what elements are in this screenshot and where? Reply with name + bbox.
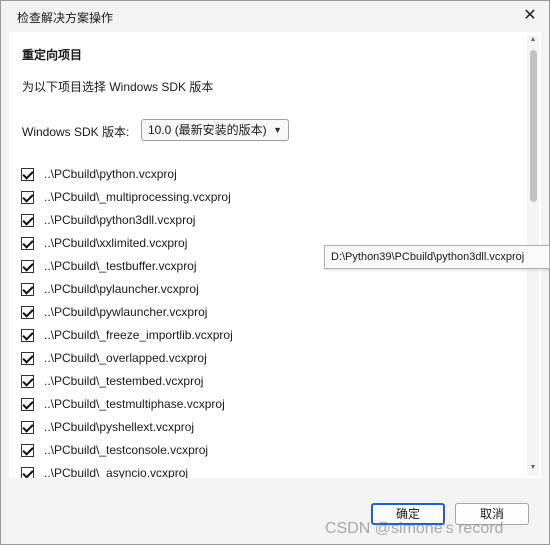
project-label: ..\PCbuild\_freeze_importlib.vcxproj — [44, 328, 233, 342]
list-item[interactable]: ..\PCbuild\python3dll.vcxproj — [21, 212, 501, 235]
project-list: ..\PCbuild\python.vcxproj ..\PCbuild\_mul… — [21, 166, 501, 478]
project-label: ..\PCbuild\pywlauncher.vcxproj — [44, 305, 208, 319]
project-label: ..\PCbuild\_testmultiphase.vcxproj — [44, 397, 225, 411]
list-item[interactable]: ..\PCbuild\_overlapped.vcxproj — [21, 350, 501, 373]
scrollbar-thumb[interactable] — [530, 50, 537, 202]
project-checkbox[interactable] — [21, 168, 34, 181]
project-checkbox[interactable] — [21, 237, 34, 250]
project-checkbox[interactable] — [21, 191, 34, 204]
list-item[interactable]: ..\PCbuild\_multiprocessing.vcxproj — [21, 189, 501, 212]
project-label: ..\PCbuild\xxlimited.vcxproj — [44, 236, 188, 250]
title-bar: 检查解决方案操作 ✕ — [1, 1, 549, 31]
scroll-down-icon[interactable]: ▼ — [527, 464, 539, 476]
project-label: ..\PCbuild\_testbuffer.vcxproj — [44, 259, 197, 273]
project-checkbox[interactable] — [21, 398, 34, 411]
project-checkbox[interactable] — [21, 375, 34, 388]
project-label: ..\PCbuild\_testconsole.vcxproj — [44, 443, 209, 457]
list-item[interactable]: ..\PCbuild\_freeze_importlib.vcxproj — [21, 327, 501, 350]
list-item[interactable]: ..\PCbuild\_testmultiphase.vcxproj — [21, 396, 501, 419]
window-title: 检查解决方案操作 — [17, 11, 114, 25]
sdk-version-value: 10.0 (最新安装的版本) — [148, 123, 267, 137]
sdk-version-select[interactable]: 10.0 (最新安装的版本) ▼ — [141, 119, 289, 141]
project-checkbox[interactable] — [21, 444, 34, 457]
section-description: 为以下项目选择 Windows SDK 版本 — [22, 80, 214, 94]
list-item[interactable]: ..\PCbuild\_testembed.vcxproj — [21, 373, 501, 396]
project-label: ..\PCbuild\_overlapped.vcxproj — [44, 351, 207, 365]
project-checkbox[interactable] — [21, 352, 34, 365]
project-checkbox[interactable] — [21, 306, 34, 319]
chevron-down-icon: ▼ — [273, 125, 282, 135]
sdk-version-label: Windows SDK 版本: — [22, 125, 130, 139]
project-checkbox[interactable] — [21, 283, 34, 296]
project-checkbox[interactable] — [21, 214, 34, 227]
project-label: ..\PCbuild\pylauncher.vcxproj — [44, 282, 199, 296]
list-item[interactable]: ..\PCbuild\pyshellext.vcxproj — [21, 419, 501, 442]
project-label: ..\PCbuild\_multiprocessing.vcxproj — [44, 190, 231, 204]
project-label: ..\PCbuild\_testembed.vcxproj — [44, 374, 204, 388]
list-item[interactable]: ..\PCbuild\python.vcxproj — [21, 166, 501, 189]
project-label: ..\PCbuild\python.vcxproj — [44, 167, 177, 181]
section-heading: 重定向项目 — [22, 48, 83, 62]
list-item[interactable]: ..\PCbuild\_testconsole.vcxproj — [21, 442, 501, 465]
project-checkbox[interactable] — [21, 260, 34, 273]
close-icon[interactable]: ✕ — [517, 4, 543, 28]
project-checkbox[interactable] — [21, 467, 34, 478]
project-checkbox[interactable] — [21, 421, 34, 434]
list-item[interactable]: ..\PCbuild\pywlauncher.vcxproj — [21, 304, 501, 327]
retarget-dialog: 检查解决方案操作 ✕ 重定向项目 为以下项目选择 Windows SDK 版本 … — [0, 0, 550, 545]
project-label: ..\PCbuild\pyshellext.vcxproj — [44, 420, 195, 434]
watermark-text: CSDN @simone's record — [325, 520, 504, 537]
scroll-up-icon[interactable]: ▲ — [527, 36, 539, 48]
project-checkbox[interactable] — [21, 329, 34, 342]
path-tooltip: D:\Python39\PCbuild\python3dll.vcxproj — [324, 245, 550, 269]
list-item[interactable]: ..\PCbuild\_asyncio.vcxproj — [21, 465, 501, 478]
project-label: ..\PCbuild\python3dll.vcxproj — [44, 213, 196, 227]
project-label: ..\PCbuild\_asyncio.vcxproj — [44, 466, 189, 478]
list-item[interactable]: ..\PCbuild\pylauncher.vcxproj — [21, 281, 501, 304]
